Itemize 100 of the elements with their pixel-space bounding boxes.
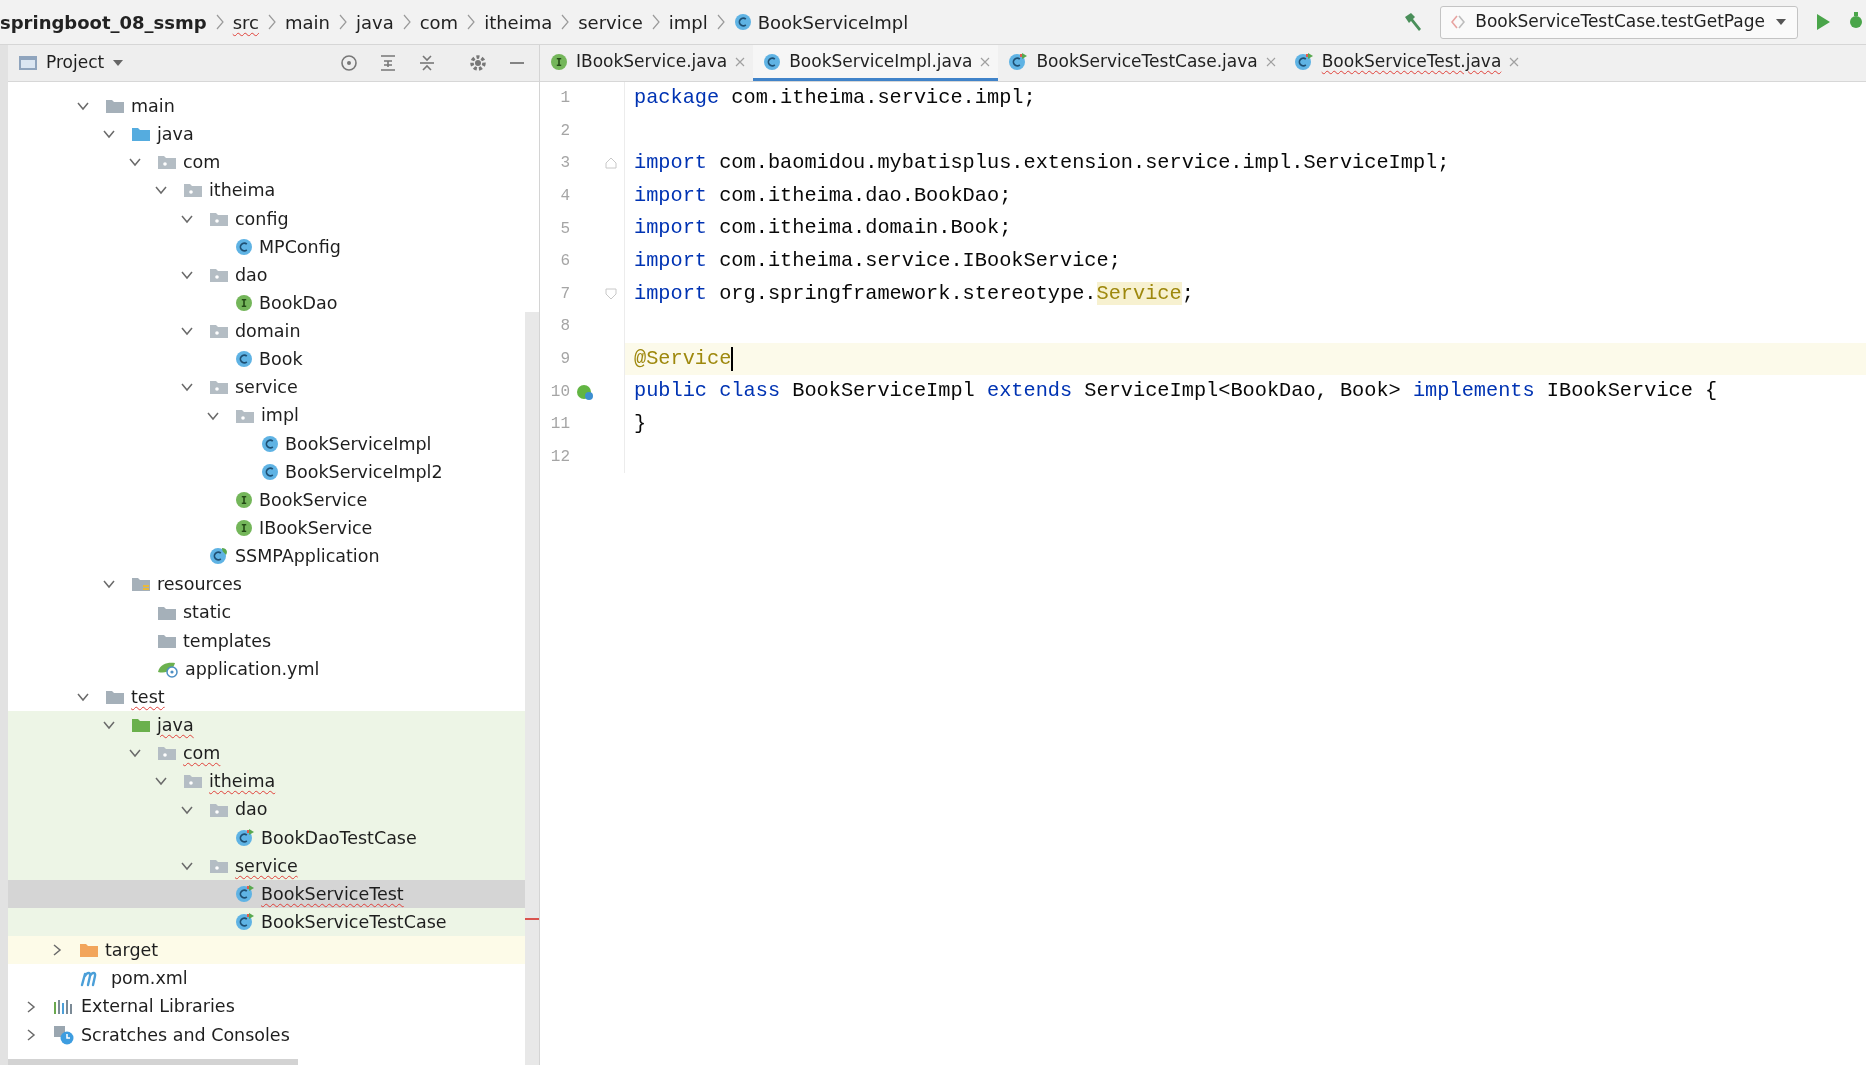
tree-row[interactable]: External Libraries [8,992,525,1021]
tree-row[interactable]: Scratches and Consoles [8,1020,525,1049]
breadcrumb-item[interactable]: java [355,8,394,36]
tree-item-label: BookService [259,488,368,512]
folder-icon [105,688,125,706]
package-icon [157,744,177,763]
tree-row[interactable]: java [8,120,525,149]
tree-row[interactable]: com [8,739,525,768]
tree-row[interactable]: itheima [8,176,525,205]
expand-all-icon[interactable] [378,53,398,73]
class-icon [763,52,782,71]
tree-row[interactable]: application.yml [8,654,525,683]
tree-row[interactable]: BookDaoTestCase [8,823,525,852]
tree-row[interactable]: dao [8,795,525,824]
editor-tab[interactable]: IBookService.java [540,45,754,81]
scrollbar[interactable] [525,312,539,1065]
class-icon [235,350,253,369]
breadcrumb-item[interactable]: com [419,8,459,36]
chevron-right-icon [715,13,726,31]
tree-row[interactable]: SSMPApplication [8,542,525,571]
scrollbar[interactable] [8,1059,298,1065]
tree-row[interactable]: dao [8,260,525,289]
line-number: 7 [559,283,570,305]
tree-item-label: BookDaoTestCase [261,826,417,850]
test-class-icon [235,913,255,932]
tree-row[interactable]: test [8,682,525,712]
breadcrumb-item[interactable]: springboot_08_ssmp [0,8,207,36]
run-icon[interactable] [1814,12,1832,32]
test-class-icon [235,828,255,847]
tree-row[interactable]: static [8,598,525,627]
bean-icon[interactable] [576,382,594,401]
tree-row[interactable]: BookDao [8,289,525,318]
breadcrumb-item[interactable]: main [284,8,330,36]
tree-row[interactable]: BookServiceTest [8,879,525,909]
breadcrumb-item[interactable]: itheima [484,8,553,36]
tree-row[interactable]: itheima [8,767,525,796]
folder-icon [79,941,99,960]
tree-item-label: application.yml [185,657,320,681]
tree-row[interactable]: service [8,851,525,880]
caret-icon [1775,18,1787,26]
tree-row[interactable]: pom.xml [8,964,525,993]
tree-item-label: BookServiceTestCase [261,911,447,934]
package-icon [183,772,203,791]
tree-row[interactable]: BookService [8,485,525,515]
line-number: 2 [559,120,570,142]
panel-title[interactable]: Project [46,50,105,76]
tree-row[interactable]: Book [8,345,525,374]
tree-item-label: config [235,207,289,231]
tree-row[interactable]: domain [8,317,525,346]
tree-item-label: target [105,939,159,963]
library-icon [53,997,75,1016]
package-icon [209,322,229,341]
editor-tab[interactable]: BookServiceImpl.java [753,45,999,81]
error-stripe-mark [525,918,539,920]
tree-row[interactable]: IBookService [8,514,525,543]
collapse-all-icon[interactable] [417,53,437,73]
class-icon [209,547,229,566]
line-number: 3 [559,153,570,175]
code-line: @Service [634,345,732,372]
tree-row[interactable]: service [8,373,525,402]
tree-row[interactable]: main [8,92,525,121]
tree-row[interactable]: templates [8,626,525,655]
interface-icon [235,294,253,313]
breadcrumb-item[interactable]: service [578,8,643,36]
run-configuration-dropdown[interactable]: BookServiceTestCase.testGetPage [1440,5,1798,39]
line-number: 5 [559,218,570,240]
tree-row[interactable]: BookServiceImpl2 [8,457,525,486]
test-class-icon [235,885,255,903]
tree-row[interactable]: MPConfig [8,232,525,261]
tree-item-label: BookServiceImpl [285,432,432,456]
settings-icon[interactable] [468,53,488,73]
class-icon [261,462,279,481]
interface-icon [235,491,253,510]
editor-tab[interactable]: BookServiceTest.java [1283,45,1528,81]
editor-tab[interactable]: BookServiceTestCase.java [998,45,1284,81]
folder-icon [131,125,151,144]
chevron-right-icon [337,13,348,31]
tree-item-label: Book [259,348,303,372]
breadcrumb-item[interactable]: src [232,8,259,36]
tree-row[interactable]: resources [8,570,525,599]
tree-row[interactable]: BookServiceTestCase [8,908,525,937]
tree-row[interactable]: impl [8,401,525,430]
tree-row[interactable]: target [8,936,525,965]
breadcrumb-item[interactable]: BookServiceImpl [757,8,909,36]
class-icon [733,13,752,31]
project-icon [18,54,38,72]
line-number: 8 [559,316,570,338]
line-number: 12 [549,446,570,468]
tree-row[interactable]: com [8,148,525,177]
tree-row[interactable]: java [8,711,525,740]
class-icon [235,237,253,256]
locate-icon[interactable] [339,53,359,73]
code-line: import com.baomidou.mybatisplus.extension.service.impl.ServiceImpl; [634,150,1450,177]
tree-row[interactable]: config [8,204,525,233]
package-icon [157,153,177,172]
tree-item-label: dao [235,798,268,822]
caret-icon[interactable] [112,59,125,67]
breadcrumb-item[interactable]: impl [668,8,708,36]
tree-row[interactable]: BookServiceImpl [8,429,525,458]
tree-item-label: MPConfig [259,235,341,259]
